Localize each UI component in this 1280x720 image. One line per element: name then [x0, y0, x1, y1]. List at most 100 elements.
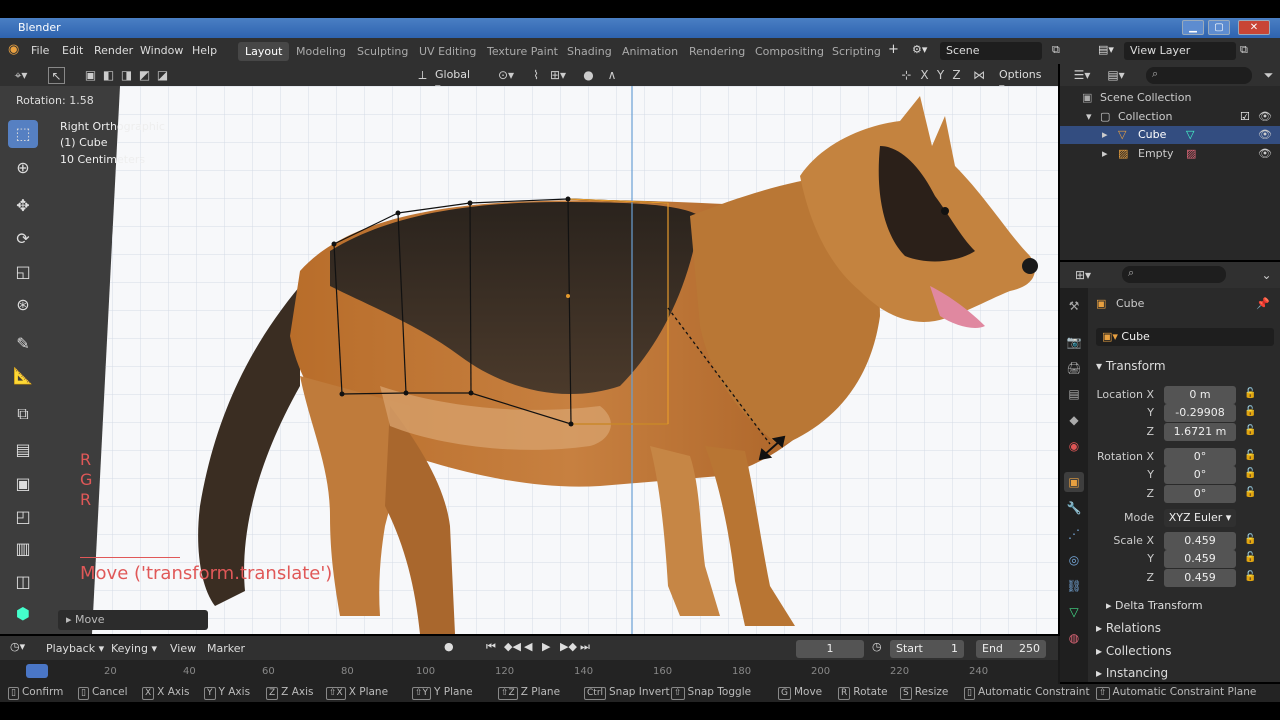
expand-icon[interactable]: ▾ [1086, 110, 1092, 123]
scale-z-field[interactable]: 0.459 [1164, 569, 1236, 587]
blender-logo-icon[interactable]: ◉ [8, 43, 22, 57]
instancing-panel[interactable]: ▸ Instancing [1088, 663, 1280, 685]
tab-texture-paint[interactable]: Texture Paint [480, 42, 565, 61]
world-tab-icon[interactable]: ◉ [1064, 436, 1084, 456]
tab-sculpting[interactable]: Sculpting [350, 42, 415, 61]
view-layer-icon[interactable]: ▤▾ [1098, 43, 1114, 56]
tab-shading[interactable]: Shading [560, 42, 619, 61]
annotate-tool-icon[interactable]: ✎ [8, 330, 38, 358]
options-icon[interactable]: ⌄ [1258, 267, 1275, 284]
rotation-x-field[interactable]: 0° [1164, 448, 1236, 466]
gizmo-icon[interactable]: ⊹ [898, 67, 915, 84]
constraints-tab-icon[interactable]: ⛓ [1064, 576, 1084, 596]
rotation-mode-dropdown[interactable]: XYZ Euler ▾ [1164, 509, 1236, 527]
object-tab-icon[interactable]: ▣ [1064, 472, 1084, 492]
move-tool-icon[interactable]: ✥ [8, 192, 38, 220]
maximize-button[interactable]: ▢ [1208, 20, 1230, 35]
collections-panel[interactable]: ▸ Collections [1088, 641, 1280, 663]
pin-icon[interactable]: 📌 [1256, 297, 1270, 310]
lock-icon[interactable]: 🔓 [1244, 406, 1258, 420]
render-tab-icon[interactable]: 📷 [1064, 332, 1084, 352]
select-box-tool-icon[interactable]: ⬚ [8, 120, 38, 148]
current-frame-field[interactable]: 1 [796, 640, 864, 658]
relations-panel[interactable]: ▸ Relations [1088, 618, 1280, 640]
transform-orientation-icon[interactable]: ⟂ [414, 67, 431, 84]
minimize-button[interactable]: ▁ [1182, 20, 1204, 35]
timeline-editor-icon[interactable]: ◷▾ [10, 640, 25, 653]
prev-keyframe-icon[interactable]: ◆◀ [504, 640, 521, 653]
scene-tab-icon[interactable]: ◆ [1064, 410, 1084, 430]
select-extend-icon[interactable]: ◧ [100, 67, 117, 84]
lock-icon[interactable]: 🔓 [1244, 450, 1258, 464]
axis-z-toggle[interactable]: Z [948, 67, 965, 84]
visibility-eye-icon[interactable]: 👁 [1258, 128, 1272, 141]
options-dropdown[interactable]: Options ▾ [994, 67, 1052, 94]
preview-range-icon[interactable]: ◷ [872, 640, 882, 653]
lock-icon[interactable]: 🔓 [1244, 552, 1258, 566]
location-x-field[interactable]: 0 m [1164, 386, 1236, 404]
menu-window[interactable]: Window [140, 44, 183, 57]
tab-scripting[interactable]: Scripting [825, 42, 888, 61]
transform-panel-header[interactable]: ▾ Transform [1088, 356, 1280, 378]
view-layer-selector[interactable]: View Layer [1124, 42, 1236, 60]
record-icon[interactable]: ● [444, 640, 454, 653]
menu-file[interactable]: File [31, 44, 49, 57]
view-layer-tab-icon[interactable]: ▤ [1064, 384, 1084, 404]
outliner-editor-icon[interactable]: ☰▾ [1070, 67, 1094, 84]
falloff-icon[interactable]: ∧ [600, 67, 624, 84]
particles-tab-icon[interactable]: ⋰ [1064, 524, 1084, 544]
outliner-item-cube[interactable]: ▸ ▽ Cube ▽ 👁 [1060, 126, 1280, 144]
properties-editor-icon[interactable]: ⊞▾ [1070, 267, 1096, 284]
measure-tool-icon[interactable]: 📐 [8, 362, 38, 390]
rotate-tool-icon[interactable]: ⟳ [8, 225, 38, 253]
tab-layout[interactable]: Layout [238, 42, 290, 61]
tab-rendering[interactable]: Rendering [682, 42, 752, 61]
display-mode-icon[interactable]: ▤▾ [1104, 67, 1128, 84]
end-frame-field[interactable]: End 250 [976, 640, 1046, 658]
select-invert-icon[interactable]: ◩ [136, 67, 153, 84]
mirror-icon[interactable]: ⋈ [968, 67, 990, 84]
add-workspace-icon[interactable]: + [888, 42, 899, 57]
add-cube-tool-icon[interactable]: ⧉ [8, 400, 38, 428]
lock-icon[interactable]: 🔓 [1244, 468, 1258, 482]
snap-target-icon[interactable]: ⊞▾ [546, 67, 570, 84]
outliner-scene-collection[interactable]: ▣ Scene Collection [1060, 89, 1280, 107]
scale-tool-icon[interactable]: ◱ [8, 258, 38, 286]
poly-build-tool-icon[interactable]: ⬢ [8, 600, 38, 628]
scene-selector[interactable]: Scene [940, 42, 1042, 60]
menu-view[interactable]: View [170, 642, 196, 655]
checkbox-icon[interactable]: ☑ [1240, 110, 1250, 123]
properties-search[interactable]: ⌕ [1122, 266, 1226, 283]
orientation-dropdown[interactable]: Global ▾ [430, 67, 484, 94]
loop-cut-tool-icon[interactable]: ▥ [8, 535, 38, 563]
select-mode-icon[interactable]: ↖ [48, 67, 65, 84]
lock-icon[interactable]: 🔓 [1244, 534, 1258, 548]
physics-tab-icon[interactable]: ◎ [1064, 550, 1084, 570]
editor-type-icon[interactable]: ⌖▾ [8, 67, 34, 84]
delta-transform-panel[interactable]: ▸ Delta Transform [1088, 596, 1280, 618]
menu-render[interactable]: Render [94, 44, 133, 57]
material-tab-icon[interactable]: ◍ [1064, 628, 1084, 648]
modifier-tab-icon[interactable]: 🔧 [1064, 498, 1084, 518]
playhead[interactable] [26, 664, 48, 678]
lock-icon[interactable]: 🔓 [1244, 388, 1258, 402]
jump-start-icon[interactable]: ⏮ [486, 640, 496, 654]
select-new-icon[interactable]: ▣ [82, 67, 99, 84]
cursor-tool-icon[interactable]: ⊕ [8, 154, 38, 182]
location-z-field[interactable]: 1.6721 m [1164, 423, 1236, 441]
expand-icon[interactable]: ▸ [1102, 147, 1108, 160]
menu-edit[interactable]: Edit [62, 44, 83, 57]
proportional-icon[interactable]: ● [580, 67, 597, 84]
lock-icon[interactable]: 🔓 [1244, 425, 1258, 439]
new-view-layer-icon[interactable]: ⧉ [1240, 43, 1248, 57]
play-icon[interactable]: ▶ [542, 640, 550, 653]
data-tab-icon[interactable]: ▽ [1064, 602, 1084, 622]
axis-x-toggle[interactable]: X [916, 67, 933, 84]
menu-keying[interactable]: Keying ▾ [111, 642, 157, 655]
next-keyframe-icon[interactable]: ▶◆ [560, 640, 577, 653]
menu-marker[interactable]: Marker [207, 642, 245, 655]
filter-icon[interactable]: ⏷ [1260, 67, 1277, 84]
tab-modeling[interactable]: Modeling [289, 42, 353, 61]
start-frame-field[interactable]: Start 1 [890, 640, 964, 658]
expand-icon[interactable]: ▸ [1102, 128, 1108, 141]
